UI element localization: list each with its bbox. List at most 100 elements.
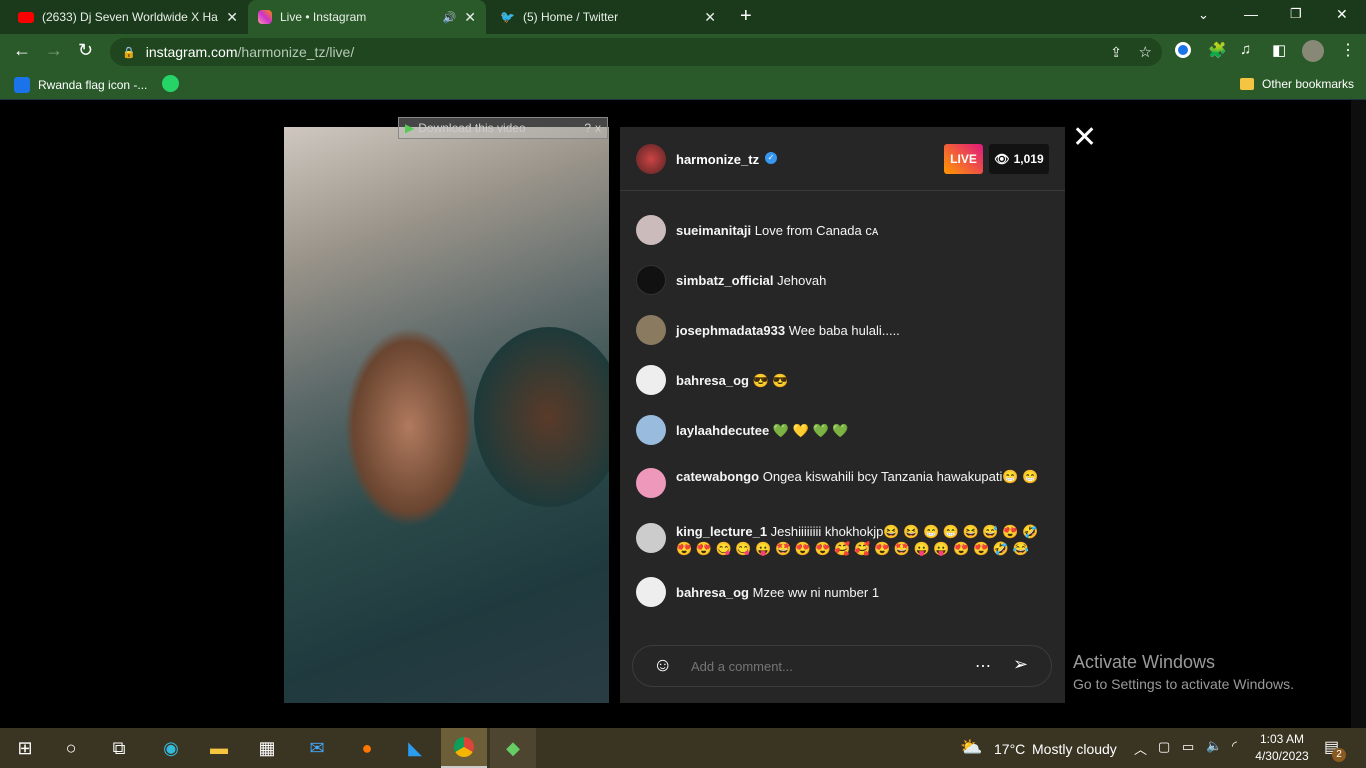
menu-icon[interactable]: ⋮ <box>1340 40 1356 60</box>
video-person-left <box>344 327 474 527</box>
vscode-icon: ◣ <box>408 737 422 758</box>
host-username[interactable]: harmonize_tz <box>676 152 759 167</box>
battery-icon[interactable]: ▭ <box>1182 739 1194 755</box>
scrollbar[interactable] <box>1351 100 1366 728</box>
send-icon[interactable]: ➢ <box>1013 654 1028 675</box>
verified-badge-icon: ✓ <box>765 152 777 164</box>
close-live-icon[interactable]: ✕ <box>1072 120 1097 155</box>
comment-input[interactable] <box>691 656 961 676</box>
youtube-icon <box>18 11 34 23</box>
avatar[interactable] <box>636 265 666 295</box>
more-options-icon[interactable]: ⋯ <box>975 656 991 676</box>
comment-username[interactable]: josephmadata933 <box>676 323 785 338</box>
emoji-icon[interactable]: ☺ <box>653 655 672 677</box>
address-bar[interactable]: 🔒 instagram.com/harmonize_tz/live/ ⇪ ☆ <box>110 38 1162 66</box>
store-app[interactable]: ▦ <box>244 728 290 768</box>
live-comments-panel: harmonize_tz ✓ LIVE 👁 1,019 sueimanitaji … <box>620 127 1065 703</box>
comment-username[interactable]: catewabongo <box>676 469 759 484</box>
search-icon: ○ <box>65 737 77 758</box>
minimize-button[interactable]: — <box>1244 6 1258 22</box>
start-button[interactable]: ⊞ <box>2 728 48 768</box>
close-tab-icon[interactable]: ✕ <box>226 9 238 26</box>
edge-icon: ◉ <box>163 737 179 758</box>
folder-icon: ▬ <box>210 737 228 758</box>
audio-playing-icon[interactable]: 🔊 <box>443 11 457 24</box>
taskbar: ⊞ ○ ⧉ ◉ ▬ ▦ ✉ ● ◣ ◆ ⛅ 17°C Mostly cloudy… <box>0 728 1366 768</box>
bookmark-star-icon[interactable]: ☆ <box>1139 43 1152 61</box>
avatar[interactable] <box>636 315 666 345</box>
idm-app[interactable]: ◆ <box>490 728 536 768</box>
comment-item: laylaahdecutee 💚 💛 💚 💚 <box>636 415 1056 445</box>
comment-username[interactable]: laylaahdecutee <box>676 423 769 438</box>
new-tab-button[interactable]: + <box>740 5 752 28</box>
other-bookmarks[interactable]: Other bookmarks <box>1240 77 1354 91</box>
live-header: harmonize_tz ✓ LIVE 👁 1,019 <box>620 127 1065 191</box>
bookmark-rwanda[interactable]: Rwanda flag icon -... <box>14 77 147 93</box>
extension-icon[interactable] <box>1175 42 1191 58</box>
tab-search-icon[interactable]: ⌄ <box>1198 7 1209 23</box>
firefox-app[interactable]: ● <box>344 728 390 768</box>
host-avatar[interactable] <box>636 144 666 174</box>
download-video-overlay[interactable]: ▶ Download this video ? x <box>398 117 608 139</box>
play-icon: ▶ <box>405 121 415 135</box>
comment-item: bahresa_og 😎 😎 <box>636 365 1056 395</box>
reload-button[interactable]: ↻ <box>78 40 93 61</box>
tab-twitter[interactable]: 🐦 (5) Home / Twitter ✕ <box>490 0 726 34</box>
comment-username[interactable]: simbatz_official <box>676 273 774 288</box>
avatar[interactable] <box>636 215 666 245</box>
clock[interactable]: 1:03 AM 4/30/2023 <box>1252 731 1312 765</box>
comment-item: sueimanitaji Love from Canada ᴄᴀ <box>636 215 1056 245</box>
comment-item: bahresa_og Mzee ww ni number 1 <box>636 577 1056 607</box>
close-tab-icon[interactable]: ✕ <box>464 9 476 26</box>
tab-strip: (2633) Dj Seven Worldwide X Har ✕ Live • … <box>0 0 1366 34</box>
comment-username[interactable]: sueimanitaji <box>676 223 751 238</box>
mail-icon: ✉ <box>309 737 325 758</box>
help-button[interactable]: ? <box>584 121 591 135</box>
avatar[interactable] <box>636 577 666 607</box>
extensions-puzzle-icon[interactable]: 🧩 <box>1208 41 1227 59</box>
avatar[interactable] <box>636 415 666 445</box>
forward-button[interactable]: → <box>45 40 63 61</box>
video-person-right <box>474 327 609 507</box>
comment-username[interactable]: bahresa_og <box>676 585 749 600</box>
back-button[interactable]: ← <box>13 40 31 61</box>
profile-avatar[interactable] <box>1302 40 1324 62</box>
comment-username[interactable]: bahresa_og <box>676 373 749 388</box>
avatar[interactable] <box>636 365 666 395</box>
avatar[interactable] <box>636 468 666 498</box>
tab-youtube[interactable]: (2633) Dj Seven Worldwide X Har ✕ <box>8 0 248 34</box>
windows-icon: ⊞ <box>17 737 33 758</box>
chrome-app[interactable] <box>441 728 487 768</box>
wifi-icon[interactable]: ◜ <box>1232 738 1237 754</box>
whatsapp-bookmark-icon[interactable] <box>162 75 179 92</box>
tray-chevron-icon[interactable]: ︿ <box>1134 739 1147 758</box>
live-badge: LIVE <box>944 144 983 174</box>
bookmark-favicon-icon <box>14 77 30 93</box>
comment-username[interactable]: king_lecture_1 <box>676 524 767 539</box>
close-tab-icon[interactable]: ✕ <box>704 9 716 26</box>
restore-button[interactable]: ❐ <box>1290 6 1302 22</box>
weather-temp[interactable]: 17°C <box>994 741 1025 757</box>
share-icon[interactable]: ⇪ <box>1110 44 1122 61</box>
volume-icon[interactable]: 🔈 <box>1206 738 1222 754</box>
twitter-icon: 🐦 <box>500 10 515 24</box>
search-button[interactable]: ○ <box>48 728 94 768</box>
tab-instagram[interactable]: Live • Instagram 🔊 ✕ <box>248 0 486 34</box>
avatar[interactable] <box>636 523 666 553</box>
task-view-button[interactable]: ⧉ <box>96 728 142 768</box>
side-panel-icon[interactable]: ◧ <box>1272 41 1286 59</box>
camera-icon[interactable]: ▢ <box>1158 739 1170 755</box>
mail-app[interactable]: ✉ <box>294 728 340 768</box>
weather-text[interactable]: Mostly cloudy <box>1032 741 1117 757</box>
download-manager-icon: ◆ <box>506 737 520 758</box>
comment-item: simbatz_official Jehovah <box>636 265 1056 295</box>
overlay-close-button[interactable]: x <box>595 121 601 135</box>
live-video[interactable] <box>284 127 609 703</box>
media-control-icon[interactable]: ♫ <box>1240 41 1251 58</box>
close-window-button[interactable]: ✕ <box>1336 6 1348 23</box>
weather-icon[interactable]: ⛅ <box>960 737 982 758</box>
store-icon: ▦ <box>258 737 276 758</box>
file-explorer-app[interactable]: ▬ <box>196 728 242 768</box>
vscode-app[interactable]: ◣ <box>392 728 438 768</box>
edge-app[interactable]: ◉ <box>148 728 194 768</box>
